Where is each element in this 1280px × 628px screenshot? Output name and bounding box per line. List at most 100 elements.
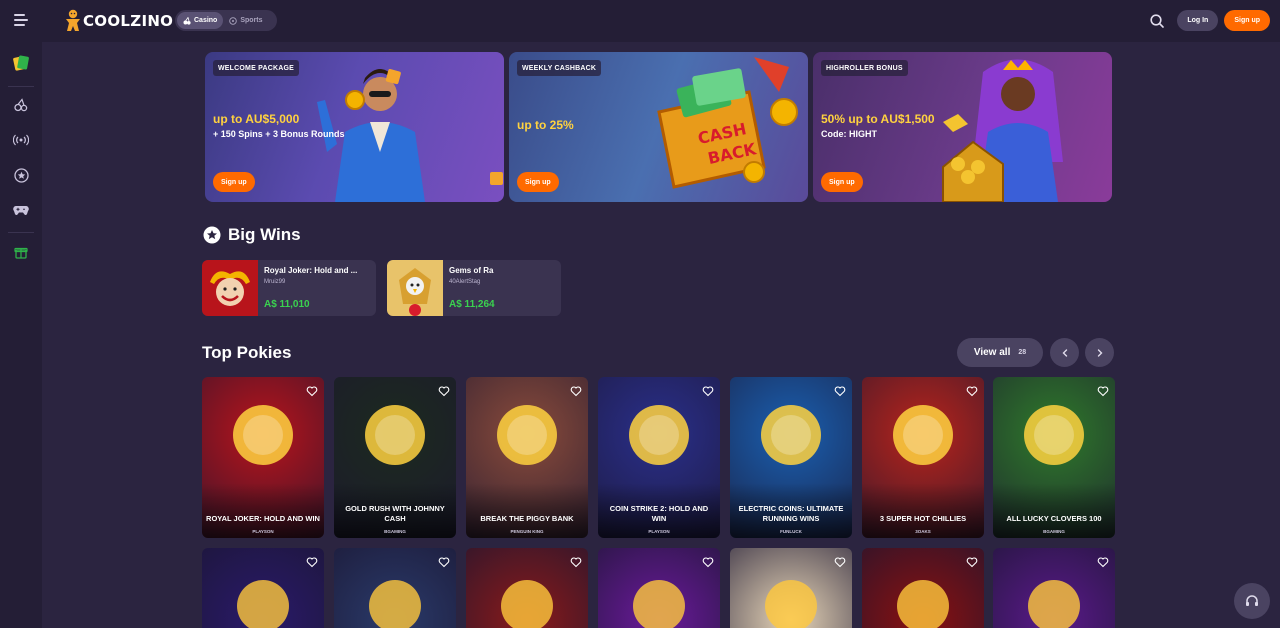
favorite-heart-icon[interactable] [1097,384,1109,397]
game-provider: BGAMING [1043,529,1065,534]
game-tile[interactable]: 3 SUPER HOT CHILLIES 3OAKS [862,377,984,538]
brand-name: COOLZINO [83,12,174,30]
brand-logo[interactable]: COOLZINO [62,8,173,34]
broadcast-icon [13,134,29,146]
game-art [369,580,421,628]
casino-tab[interactable]: Casino [177,12,224,29]
game-art [237,580,289,628]
sidebar-favorites[interactable] [11,165,31,185]
big-win-card[interactable]: Royal Joker: Hold and ... Mruiz99 A$ 11,… [202,260,376,316]
game-tile[interactable] [598,548,720,628]
support-chat-button[interactable] [1234,583,1270,619]
game-tile[interactable] [202,548,324,628]
favorite-heart-icon[interactable] [306,555,318,568]
carousel-prev-button[interactable] [1050,338,1079,367]
game-art [629,405,689,465]
game-tile[interactable] [730,548,852,628]
game-tile[interactable]: BREAK THE PIGGY BANK PENGUIN KING [466,377,588,538]
chevron-right-icon [1097,348,1102,357]
game-provider: BGAMING [384,529,406,534]
signup-button[interactable]: Sign up [1224,10,1270,31]
game-title: ALL LUCKY CLOVERS 100 [1006,514,1102,523]
game-art [765,580,817,628]
game-tile[interactable]: ELECTRIC COINS: ULTIMATE RUNNING WINS FUN… [730,377,852,538]
gamepad-icon [13,206,29,215]
game-tile[interactable] [466,548,588,628]
royal-joker-thumbnail [202,260,258,316]
game-provider: FUNLUCK [780,529,802,534]
top-pokies-title: Top Pokies [202,343,292,362]
top-header: COOLZINO Casino Sports Log In Sign up [0,0,1280,42]
game-art [233,405,293,465]
star-icon [13,167,29,183]
promo-cards-icon[interactable] [11,53,31,73]
login-button[interactable]: Log In [1177,10,1219,31]
game-tile[interactable]: COIN STRIKE 2: HOLD AND WIN PLAYSON [598,377,720,538]
big-win-game: Royal Joker: Hold and ... [264,266,358,275]
game-art [501,580,553,628]
sidebar-slots[interactable] [11,95,31,115]
sidebar-promotions[interactable] [11,242,31,262]
game-tile[interactable] [862,548,984,628]
sports-tab-label: Sports [240,17,263,24]
banner-signup-button[interactable]: Sign up [213,172,255,192]
favorite-heart-icon[interactable] [438,384,450,397]
product-switch: Casino Sports [175,10,277,31]
menu-icon[interactable] [14,14,28,26]
game-art [897,580,949,628]
view-all-label: View all [973,347,1011,358]
game-provider: PLAYSON [648,529,670,534]
game-title: 3 SUPER HOT CHILLIES [879,514,967,523]
banner-cashback[interactable]: CASH BACK WEEKLY CASHBACK up to 25% Sign… [509,52,808,202]
search-icon[interactable] [1149,13,1165,29]
favorite-heart-icon[interactable] [306,384,318,397]
headset-icon [1246,595,1258,606]
favorite-heart-icon[interactable] [570,384,582,397]
favorite-heart-icon[interactable] [966,384,978,397]
game-art [1024,405,1084,465]
favorite-heart-icon[interactable] [702,555,714,568]
game-tile[interactable]: ROYAL JOKER: HOLD AND WIN PLAYSON [202,377,324,538]
game-title: COIN STRIKE 2: HOLD AND WIN [609,504,709,523]
chevron-left-icon [1062,348,1067,357]
favorite-heart-icon[interactable] [438,555,450,568]
big-win-game: Gems of Ra [449,266,494,275]
cashback-wallet-illustration: CASH BACK [657,57,798,189]
banner-welcome[interactable]: WELCOME PACKAGE up to AU$5,000 + 150 Spi… [205,52,504,202]
sidebar-live[interactable] [11,130,31,150]
big-win-amount: A$ 11,264 [449,299,495,310]
banner-signup-button[interactable]: Sign up [517,172,559,192]
agent-character-illustration [317,69,503,202]
game-tile[interactable]: ALL LUCKY CLOVERS 100 BGAMING [993,377,1115,538]
game-tile[interactable] [334,548,456,628]
game-art [893,405,953,465]
favorite-heart-icon[interactable] [702,384,714,397]
banner-headline: 50% up to AU$1,500 [821,112,935,126]
game-tile[interactable]: GOLD RUSH WITH JOHNNY CASH BGAMING [334,377,456,538]
favorite-heart-icon[interactable] [834,384,846,397]
banner-headline: up to AU$5,000 [213,112,300,126]
favorite-heart-icon[interactable] [834,555,846,568]
game-provider: 3OAKS [915,529,931,534]
banner-subtext: Code: HIGHT [821,129,877,139]
carousel-next-button[interactable] [1085,338,1114,367]
gingerbread-logo-icon [66,9,80,31]
banner-tag: HIGHROLLER BONUS [821,60,908,76]
banner-highroller[interactable]: HIGHROLLER BONUS 50% up to AU$1,500 Code… [813,52,1112,202]
gift-icon [14,247,28,259]
favorite-heart-icon[interactable] [570,555,582,568]
view-all-button[interactable]: View all 28 [957,338,1043,367]
big-win-card[interactable]: Gems of Ra 40AlertStag A$ 11,264 [387,260,561,316]
big-win-user: Mruiz99 [264,279,286,285]
game-title: ROYAL JOKER: HOLD AND WIN [206,514,320,523]
game-tile[interactable] [993,548,1115,628]
sports-tab[interactable]: Sports [223,12,268,29]
favorite-heart-icon[interactable] [966,555,978,568]
favorite-heart-icon[interactable] [1097,555,1109,568]
game-provider: PLAYSON [252,529,274,534]
sidebar-games[interactable] [11,200,31,220]
view-all-count: 28 [1018,349,1027,356]
game-art [633,580,685,628]
banner-signup-button[interactable]: Sign up [821,172,863,192]
cards-icon [13,55,29,71]
